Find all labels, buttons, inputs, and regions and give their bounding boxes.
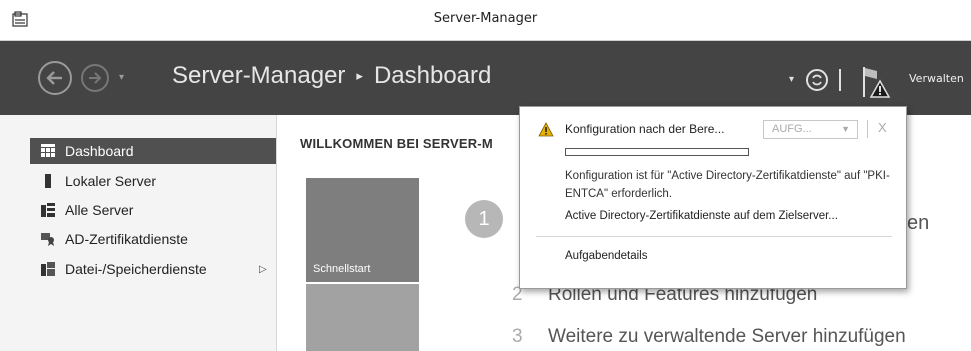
- sidebar-item-label: Alle Server: [65, 202, 134, 218]
- servers-icon: [41, 203, 55, 217]
- sidebar-item-all-servers[interactable]: Alle Server: [0, 197, 276, 223]
- sidebar-item-ad-cs[interactable]: AD-Zertifikatdienste: [0, 226, 276, 252]
- popup-divider: [536, 236, 892, 237]
- header-divider: [839, 69, 841, 91]
- breadcrumb-separator-icon: ▸: [356, 68, 363, 83]
- quickstart-tile[interactable]: Schnellstart: [306, 178, 419, 282]
- forward-arrow-icon: [89, 72, 102, 84]
- whats-new-tile[interactable]: [306, 284, 419, 351]
- popup-separator: [867, 120, 868, 138]
- sidebar-item-dashboard[interactable]: Dashboard: [30, 138, 276, 164]
- submenu-arrow-icon[interactable]: ▷: [259, 264, 267, 275]
- server-icon: [41, 174, 55, 188]
- step-1-number: 1: [465, 200, 503, 238]
- notification-popup: Konfiguration nach der Bere... AUFG... ▼…: [519, 106, 907, 289]
- task-dropdown-label: AUFG...: [772, 123, 812, 135]
- header-bar: ▾ Server-Manager ▸ Dashboard ▾ Verwalten: [0, 41, 971, 115]
- chevron-down-icon: ▼: [841, 124, 850, 134]
- sidebar: Dashboard Lokaler Server Alle Server AD-…: [0, 115, 277, 351]
- sidebar-item-label: Lokaler Server: [65, 173, 157, 189]
- breadcrumb-current: Dashboard: [373, 62, 492, 89]
- notification-description: Konfiguration ist für "Active Directory-…: [565, 170, 890, 200]
- step-3[interactable]: 3 Weitere zu verwaltende Server hinzufüge…: [512, 326, 906, 348]
- forward-button[interactable]: [81, 64, 109, 92]
- task-dropdown[interactable]: AUFG... ▼: [763, 120, 858, 139]
- close-icon[interactable]: X: [878, 120, 887, 135]
- sidebar-item-label: AD-Zertifikatdienste: [65, 231, 188, 247]
- progress-bar: [565, 148, 749, 156]
- refresh-icon[interactable]: [806, 69, 828, 91]
- window-title: Server-Manager: [433, 11, 538, 26]
- quickstart-label: Schnellstart: [313, 263, 371, 275]
- back-button[interactable]: [38, 61, 72, 95]
- dashboard-icon: [41, 144, 55, 158]
- manage-menu[interactable]: Verwalten: [909, 72, 964, 85]
- breadcrumb: Server-Manager ▸ Dashboard: [172, 62, 491, 90]
- task-details-link[interactable]: Aufgabendetails: [565, 250, 647, 262]
- sidebar-item-file-storage[interactable]: Datei-/Speicherdienste ▷: [0, 256, 276, 282]
- sidebar-item-label: Datei-/Speicherdienste: [65, 261, 207, 277]
- notification-flag-icon[interactable]: [860, 65, 892, 103]
- storage-icon: [41, 262, 55, 276]
- back-arrow-icon: [46, 71, 62, 85]
- warning-icon: [538, 122, 554, 137]
- notification-title: Konfiguration nach der Bere...: [565, 122, 725, 136]
- certificate-icon: [41, 232, 55, 246]
- history-dropdown-icon[interactable]: ▾: [119, 72, 124, 83]
- sidebar-item-local-server[interactable]: Lokaler Server: [0, 168, 276, 194]
- step-3-label: Weitere zu verwaltende Server hinzufügen: [548, 326, 906, 347]
- step-1-label-tail[interactable]: en: [907, 212, 929, 235]
- step-3-number: 3: [512, 326, 523, 347]
- breadcrumb-root[interactable]: Server-Manager: [172, 62, 345, 89]
- title-bar: Server-Manager: [0, 0, 971, 41]
- refresh-dropdown-icon[interactable]: ▾: [789, 74, 794, 85]
- sidebar-item-label: Dashboard: [65, 143, 134, 159]
- configure-ad-cs-link[interactable]: Active Directory-Zertifikatdienste auf d…: [565, 210, 838, 222]
- welcome-heading: WILLKOMMEN BEI SERVER-M: [300, 136, 493, 151]
